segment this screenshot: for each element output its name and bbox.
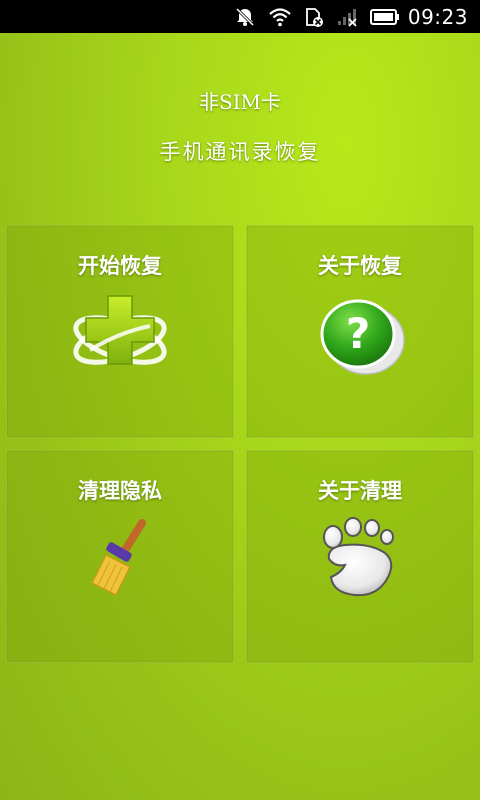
svg-text:?: ? xyxy=(346,309,370,358)
clean-privacy-label: 清理隐私 xyxy=(78,479,162,503)
start-recovery-tile[interactable]: 开始恢复 xyxy=(6,225,234,438)
about-cleaning-tile[interactable]: 关于清理 xyxy=(246,450,474,663)
broom-icon xyxy=(70,517,170,601)
footprint-icon xyxy=(315,517,405,605)
status-time: 09:23 xyxy=(407,4,468,29)
sim-error-icon xyxy=(304,6,324,28)
battery-icon xyxy=(369,6,400,28)
about-cleaning-label: 关于清理 xyxy=(318,479,402,503)
app-subtitle: 手机通讯录恢复 xyxy=(159,140,321,164)
start-recovery-label: 开始恢复 xyxy=(78,254,162,278)
question-icon: ? xyxy=(310,292,410,382)
about-recovery-tile[interactable]: 关于恢复 ? xyxy=(246,225,474,438)
status-bar: 09:23 xyxy=(0,0,480,33)
clean-privacy-tile[interactable]: 清理隐私 xyxy=(6,450,234,663)
medical-cross-icon xyxy=(70,292,170,376)
signal-icon xyxy=(336,6,358,28)
notifications-off-icon xyxy=(234,6,256,28)
wifi-icon xyxy=(268,6,292,28)
about-recovery-label: 关于恢复 xyxy=(318,254,402,278)
app-title: 非SIM卡 xyxy=(198,90,282,114)
